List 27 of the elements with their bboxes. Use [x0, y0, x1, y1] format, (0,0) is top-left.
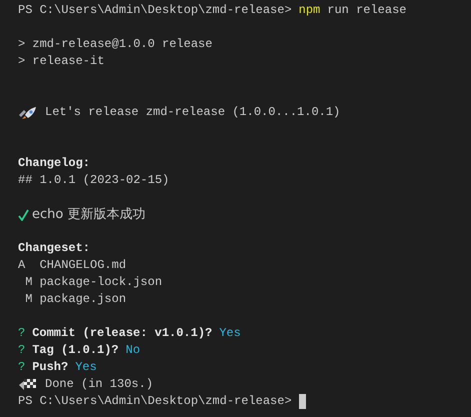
- checkered-flag-icon: [18, 378, 38, 392]
- prompt-path: PS C:\Users\Admin\Desktop\zmd-release>: [18, 393, 292, 410]
- output-line: ## 1.0.1 (2023-02-15): [18, 173, 170, 187]
- command-arguments: run release: [327, 2, 406, 19]
- question-mark: ?: [18, 359, 26, 376]
- output-line: > zmd-release@1.0.0 release: [18, 37, 212, 51]
- question-mark: ?: [18, 325, 26, 342]
- question-mark: ?: [18, 342, 26, 359]
- prompt-question: Push?: [32, 359, 68, 376]
- release-message: Let's release zmd-release (1.0.0...1.0.1): [45, 104, 340, 121]
- output-line: A CHANGELOG.md: [18, 258, 126, 272]
- section-heading: Changelog:: [18, 156, 90, 170]
- prompt-answer: Yes: [219, 325, 241, 342]
- section-heading: Changeset:: [18, 241, 90, 255]
- hook-output: echo 更新版本成功: [32, 206, 146, 223]
- done-message: Done (in 130s.): [45, 376, 154, 393]
- prompt-path: PS C:\Users\Admin\Desktop\zmd-release>: [18, 2, 292, 19]
- prompt-answer: Yes: [75, 359, 97, 376]
- prompt-question: Tag (1.0.1)?: [32, 342, 119, 359]
- output-line: > release-it: [18, 54, 104, 68]
- output-line: M package.json: [24, 292, 126, 306]
- prompt-question: Commit (release: v1.0.1)?: [32, 325, 212, 342]
- check-icon: [18, 208, 29, 220]
- rocket-icon: [18, 106, 38, 120]
- output-line: M package-lock.json: [24, 275, 162, 289]
- prompt-answer: No: [126, 342, 140, 359]
- command-name: npm: [298, 2, 320, 19]
